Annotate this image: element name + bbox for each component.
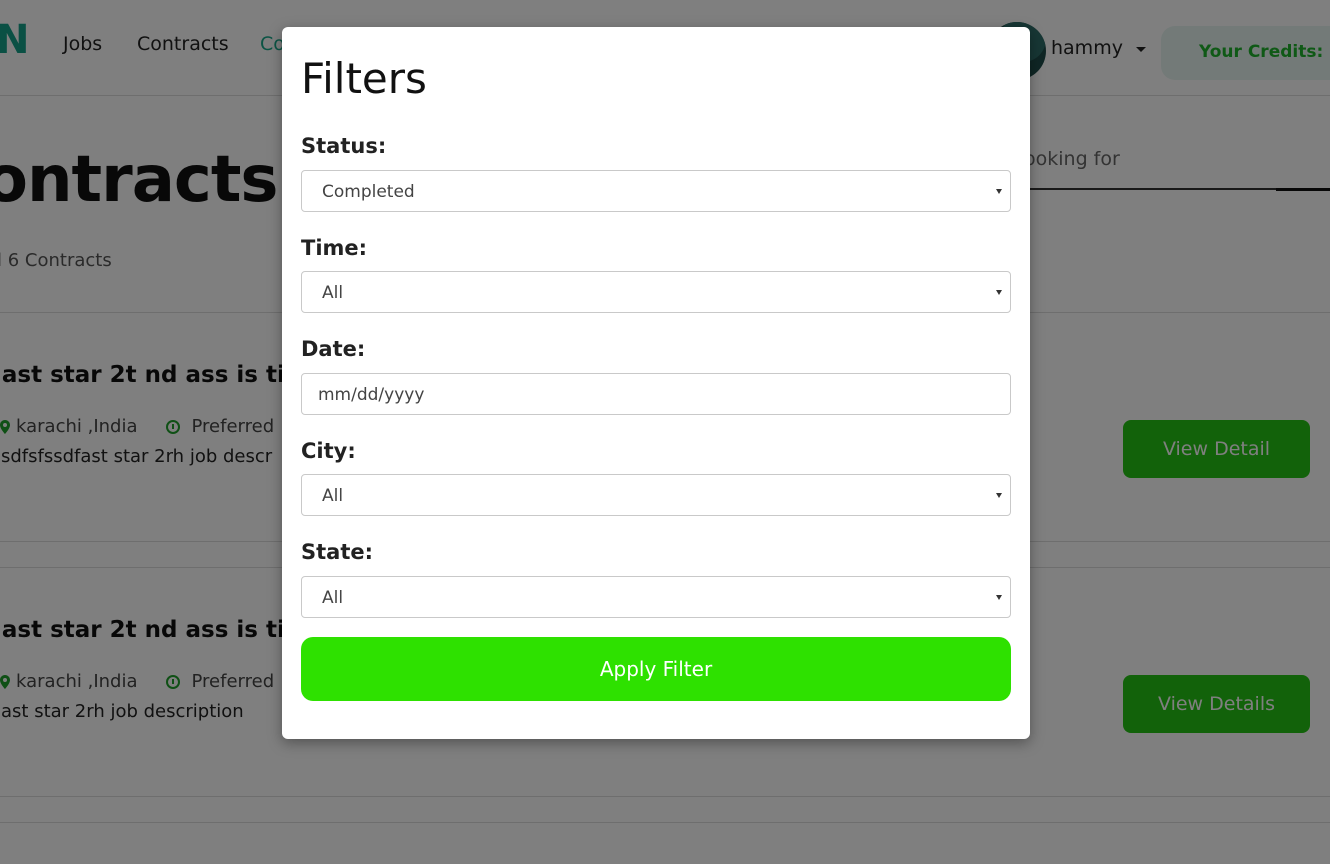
city-value: All xyxy=(322,486,344,506)
date-placeholder: mm/dd/yyyy xyxy=(318,385,425,405)
dropdown-arrow-icon xyxy=(996,290,1002,295)
status-select[interactable]: Completed xyxy=(301,170,1011,212)
state-select[interactable]: All xyxy=(301,576,1011,618)
city-select[interactable]: All xyxy=(301,474,1011,516)
dropdown-arrow-icon xyxy=(996,493,1002,498)
filters-modal: Filters Status: Completed Time: All Date… xyxy=(282,27,1030,739)
state-value: All xyxy=(322,588,344,608)
modal-title: Filters xyxy=(301,54,427,103)
date-input[interactable]: mm/dd/yyyy xyxy=(301,373,1011,415)
time-label: Time: xyxy=(301,236,368,260)
time-value: All xyxy=(322,283,344,303)
dropdown-arrow-icon xyxy=(996,595,1002,600)
status-label: Status: xyxy=(301,134,387,158)
page: N Jobs Contracts Co hammy Your Credits: … xyxy=(0,0,1330,864)
time-select[interactable]: All xyxy=(301,271,1011,313)
status-value: Completed xyxy=(322,182,415,202)
apply-filter-button[interactable]: Apply Filter xyxy=(301,637,1011,701)
city-label: City: xyxy=(301,439,356,463)
date-label: Date: xyxy=(301,337,366,361)
state-label: State: xyxy=(301,540,374,564)
dropdown-arrow-icon xyxy=(996,189,1002,194)
